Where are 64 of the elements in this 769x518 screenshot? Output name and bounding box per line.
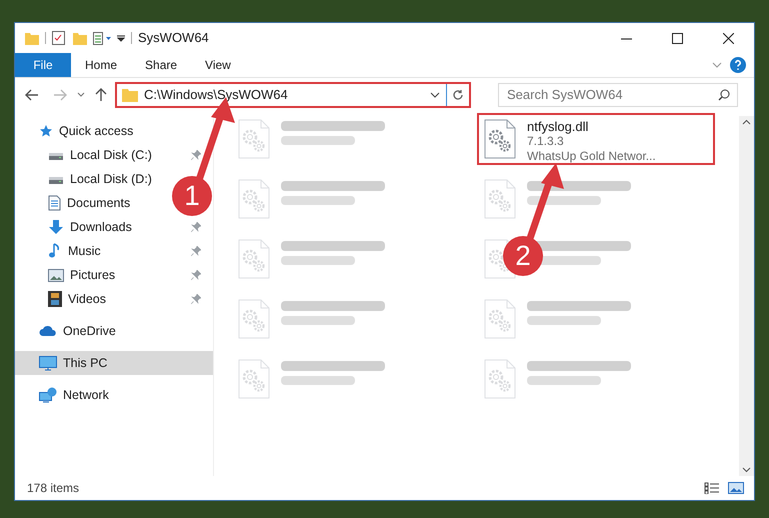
dll-file-icon: [237, 179, 271, 219]
pin-icon[interactable]: [191, 150, 201, 160]
address-field[interactable]: C:\Windows\SysWOW64: [115, 82, 471, 108]
dll-file-icon: [237, 119, 271, 159]
folder-icon: [122, 88, 138, 102]
item-count: 178 items: [27, 480, 80, 497]
dropdown-caret-icon[interactable]: [117, 34, 125, 42]
search-icon[interactable]: [718, 88, 730, 101]
dll-file-icon: [237, 299, 271, 339]
window-title: SysWOW64: [138, 29, 209, 48]
large-icons-view-icon[interactable]: [728, 482, 744, 494]
dll-file-icon: [483, 299, 517, 339]
address-path: C:\Windows\SysWOW64: [144, 86, 289, 104]
dll-file-icon: [483, 179, 517, 219]
sidebar-item[interactable]: Videos: [15, 287, 213, 311]
help-icon[interactable]: [730, 57, 746, 73]
file-detail: WhatsUp Gold Networ...: [527, 149, 656, 164]
music-note-icon: [48, 243, 62, 259]
download-arrow-icon: [48, 219, 64, 235]
pin-icon[interactable]: [191, 246, 201, 256]
star-icon: [39, 124, 53, 138]
ribbon-tab[interactable]: Share: [131, 53, 192, 77]
file-name: ntfyslog.dll: [527, 119, 590, 134]
dll-file-icon: [237, 239, 271, 279]
ribbon-tab[interactable]: File: [15, 53, 71, 77]
ribbon-tab[interactable]: Home: [71, 53, 132, 77]
chevron-down-icon[interactable]: [430, 92, 440, 98]
sidebar-item[interactable]: Documents: [15, 191, 134, 215]
chevron-down-icon[interactable]: [742, 467, 751, 473]
pin-icon[interactable]: [191, 294, 201, 304]
cloud-icon: [39, 325, 57, 337]
document-icon: [48, 195, 61, 211]
file-detail: 7.1.3.3: [527, 134, 565, 149]
dll-file-icon: [483, 359, 517, 399]
dll-file-icon: [483, 119, 517, 159]
maximize-icon[interactable]: [672, 32, 683, 44]
sidebar-item[interactable]: Pictures: [15, 263, 213, 287]
details-view-icon[interactable]: [704, 482, 720, 494]
properties-icon[interactable]: [93, 32, 113, 44]
ribbon-tab[interactable]: View: [191, 53, 245, 77]
sidebar-item[interactable]: Local Disk (C:): [15, 143, 213, 167]
sidebar-item[interactable]: Local Disk (D:): [15, 167, 156, 191]
sidebar-item[interactable]: Quick access: [15, 119, 138, 143]
sidebar-item[interactable]: OneDrive: [15, 319, 120, 343]
network-icon: [39, 387, 57, 403]
chevron-up-icon[interactable]: [742, 119, 751, 125]
up-arrow-icon[interactable]: [95, 88, 107, 102]
close-icon[interactable]: [723, 32, 734, 44]
chevron-down-icon[interactable]: [77, 92, 85, 98]
sidebar-item[interactable]: Network: [15, 383, 113, 407]
sidebar-item[interactable]: Downloads: [15, 215, 213, 239]
dll-file-icon: [237, 359, 271, 399]
film-icon: [48, 291, 62, 307]
back-arrow-icon[interactable]: [25, 89, 39, 101]
pin-icon[interactable]: [191, 222, 201, 232]
sidebar-item[interactable]: This PC: [15, 351, 213, 375]
checklist-icon[interactable]: [52, 31, 65, 45]
refresh-icon[interactable]: [452, 89, 464, 101]
search-field[interactable]: Search SysWOW64: [498, 82, 738, 107]
sidebar-item[interactable]: Music: [15, 239, 213, 263]
picture-icon: [48, 268, 64, 282]
monitor-icon: [39, 356, 57, 370]
scrollbar[interactable]: [739, 116, 754, 476]
pin-icon[interactable]: [191, 270, 201, 280]
